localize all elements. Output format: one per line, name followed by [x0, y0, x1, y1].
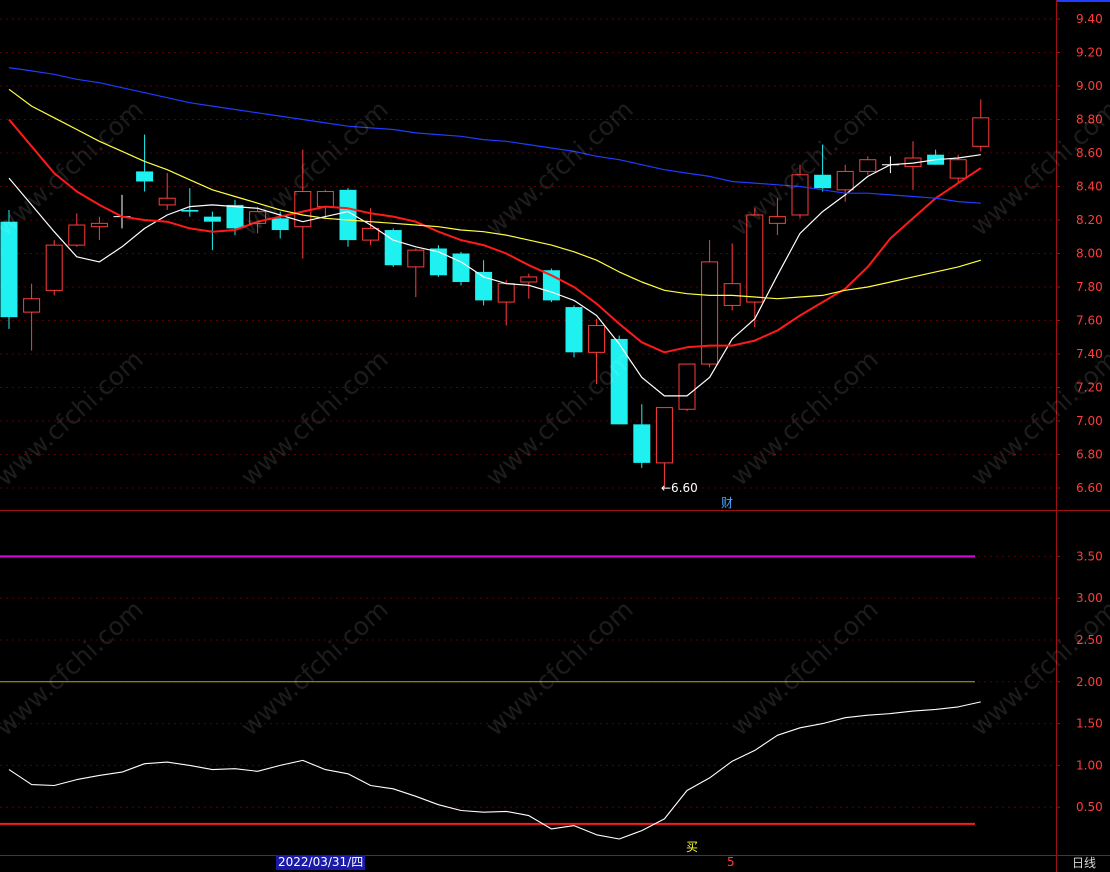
- candlestick-series: [0, 99, 990, 488]
- candle-body: [949, 159, 967, 179]
- candle-body: [497, 283, 515, 303]
- candle-body: [452, 253, 470, 282]
- candle-body: [836, 170, 854, 191]
- indicator-line: [8, 701, 981, 840]
- date-cursor-label: 2022/03/31/四: [276, 855, 366, 870]
- candle-body: [791, 174, 809, 216]
- candle-body: [0, 221, 18, 318]
- chart-canvas: 6.60 6.80 7.00 7.20 7.40 7.60 7.80 8.00 8.20 8.40…: [0, 0, 1110, 872]
- candle-body: [316, 191, 334, 208]
- moving-average-line: [8, 67, 981, 204]
- price-axis-label: 9.00: [1076, 79, 1103, 93]
- price-axis-label: 7.00: [1076, 414, 1103, 428]
- indicator-series-line: [8, 701, 981, 840]
- indicator-axis-label: 2.50: [1076, 633, 1103, 647]
- candle-body: [565, 307, 583, 353]
- moving-average-lines: [8, 67, 982, 397]
- price-axis-label: 9.20: [1076, 46, 1103, 60]
- candle-body: [384, 230, 402, 266]
- event-marker-label: 财: [721, 496, 733, 510]
- price-axis-label: 6.60: [1076, 481, 1103, 495]
- candle-body: [45, 244, 63, 291]
- price-axis-labels: 6.60 6.80 7.00 7.20 7.40 7.60 7.80 8.00 8.20 8.40…: [1056, 12, 1103, 495]
- indicator-axis-label: 3.50: [1076, 549, 1103, 563]
- candle-body: [655, 407, 673, 464]
- candle-body: [520, 276, 538, 283]
- indicator-axis-label: 0.50: [1076, 800, 1103, 814]
- candle-body: [429, 248, 447, 276]
- indicator-reference-lines: [0, 555, 975, 825]
- price-axis-label: 8.80: [1076, 113, 1103, 127]
- candle-body: [23, 298, 41, 313]
- price-axis-label: 8.60: [1076, 146, 1103, 160]
- candle-body: [768, 216, 786, 224]
- indicator-axis-label: 1.00: [1076, 758, 1103, 772]
- indicator-axis-label: 2.00: [1076, 675, 1103, 689]
- buy-signal-label: 买: [686, 840, 698, 854]
- moving-average-line: [8, 88, 981, 300]
- price-axis-label: 7.60: [1076, 314, 1103, 328]
- candle-body: [814, 174, 832, 189]
- candle-body: [859, 159, 877, 172]
- candle-body: [701, 261, 719, 365]
- price-axis-label: 8.00: [1076, 247, 1103, 261]
- candle-body: [68, 224, 86, 246]
- candle-body: [633, 424, 651, 463]
- candle-body: [723, 283, 741, 306]
- moving-average-line: [8, 154, 981, 397]
- price-axis-label: 7.20: [1076, 381, 1103, 395]
- candle-body: [972, 117, 990, 147]
- price-axis-label: 9.40: [1076, 12, 1103, 26]
- candle-body: [746, 214, 764, 303]
- candle-body: [271, 218, 289, 231]
- price-axis-label: 7.40: [1076, 347, 1103, 361]
- low-price-label: ←6.60: [661, 481, 698, 495]
- candle-body: [588, 325, 606, 353]
- candle-body: [90, 222, 108, 228]
- candle-body: [226, 204, 244, 229]
- price-axis-label: 8.40: [1076, 180, 1103, 194]
- price-axis-label: 6.80: [1076, 448, 1103, 462]
- chart-markers: ←6.60 财 买: [661, 481, 733, 854]
- indicator-axis-labels: 0.50 1.00 1.50 2.00 2.50 3.00 3.50: [1056, 549, 1103, 814]
- candle-body: [407, 249, 425, 268]
- price-axis-label: 8.20: [1076, 213, 1103, 227]
- candle-body: [203, 216, 221, 222]
- candle-body: [158, 197, 176, 206]
- indicator-axis-label: 3.00: [1076, 591, 1103, 605]
- panel-frame: [0, 0, 1110, 872]
- time-axis-tick-label: 5: [727, 855, 735, 869]
- candle-body: [181, 209, 199, 212]
- period-selector[interactable]: 日线: [1058, 855, 1110, 872]
- price-axis-label: 7.80: [1076, 280, 1103, 294]
- candle-body: [678, 363, 696, 410]
- moving-average-line: [8, 118, 982, 354]
- candle-body: [362, 227, 380, 241]
- indicator-axis-label: 1.50: [1076, 717, 1103, 731]
- grid-lines: [0, 18, 1056, 808]
- candle-body: [136, 171, 154, 182]
